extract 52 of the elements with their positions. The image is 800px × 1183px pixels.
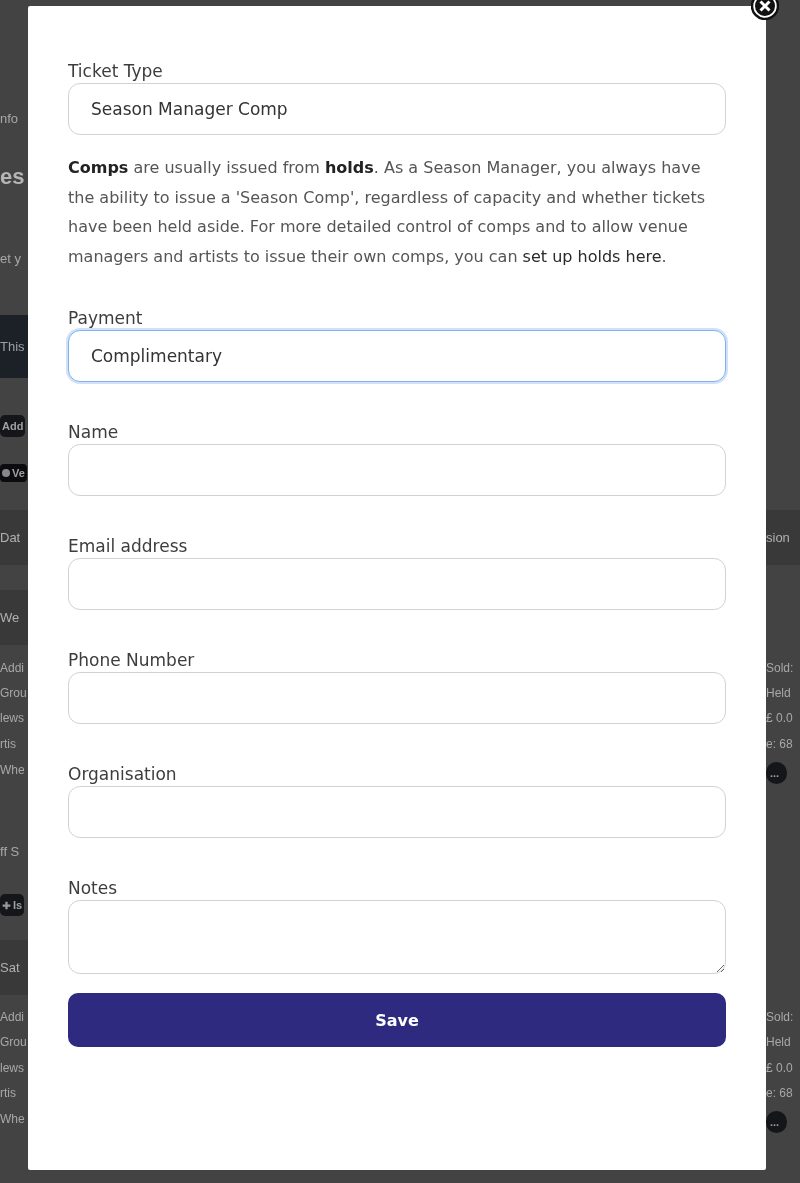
background-text: e: 68 xyxy=(766,737,793,751)
field-label: Phone Number xyxy=(68,649,196,672)
field-label: Payment xyxy=(68,307,144,330)
background-button[interactable]: Add xyxy=(0,415,26,437)
background-text: ff S xyxy=(0,843,20,859)
background-text: This xyxy=(0,338,25,354)
field-label: Name xyxy=(68,421,120,444)
plus-icon xyxy=(2,900,11,910)
dot-icon xyxy=(2,469,10,477)
background-button[interactable]: Is xyxy=(0,894,25,916)
background-text: rtis xyxy=(0,1086,16,1100)
setup-holds-link[interactable]: set up holds here xyxy=(522,246,662,266)
input-field[interactable] xyxy=(68,672,726,724)
field-label: Ticket Type xyxy=(68,60,164,83)
background-text: rtis xyxy=(0,737,16,751)
input-field[interactable]: Complimentary xyxy=(68,330,726,382)
info-paragraph: Comps are usually issued from holds. As a Season Manager, you always have the ability to issue a 'Season Comp', regardless of capacity and whether tickets have been held aside. For more detailed control of comps and to allow venue managers and artists to issue their own comps, you can set up holds here. xyxy=(68,157,707,268)
background-text: Whe xyxy=(0,763,25,777)
background-text: sion xyxy=(766,529,790,545)
background-text: Grou xyxy=(0,1035,27,1049)
background-text: e: 68 xyxy=(766,1086,793,1100)
background-text: Addi xyxy=(0,661,25,675)
background-text: Held xyxy=(766,686,791,700)
background-text: Held xyxy=(766,1035,791,1049)
background-text: Sold: xyxy=(766,661,794,675)
background-text: £ 0.0 xyxy=(766,711,793,725)
background-text: Whe xyxy=(0,1112,25,1126)
notes-field[interactable] xyxy=(68,900,726,974)
background-heading: es xyxy=(0,164,25,190)
background-text: Grou xyxy=(0,686,27,700)
field-label: Email address xyxy=(68,535,189,558)
background-text: Sat xyxy=(0,959,20,975)
background-text: We xyxy=(0,609,20,625)
input-field[interactable] xyxy=(68,444,726,496)
save-button[interactable]: Save xyxy=(68,993,726,1047)
close-icon[interactable] xyxy=(751,0,779,20)
background-text: et y xyxy=(0,250,21,266)
background-button[interactable]: ... xyxy=(766,1111,788,1133)
background-text: Sold: xyxy=(766,1010,794,1024)
background-text: nfo xyxy=(0,110,19,126)
background-text: Addi xyxy=(0,1010,25,1024)
input-field[interactable]: Season Manager Comp xyxy=(68,83,726,135)
background-text: lews xyxy=(0,711,24,725)
background-text: £ 0.0 xyxy=(766,1061,793,1075)
input-field[interactable] xyxy=(68,786,726,838)
field-label: Notes xyxy=(68,877,119,900)
background-text: lews xyxy=(0,1061,24,1075)
background-button[interactable]: ... xyxy=(766,762,788,784)
background-text: Dat xyxy=(0,529,21,545)
background-button[interactable]: Ve xyxy=(0,464,27,482)
input-field[interactable] xyxy=(68,558,726,610)
field-label: Organisation xyxy=(68,763,178,786)
